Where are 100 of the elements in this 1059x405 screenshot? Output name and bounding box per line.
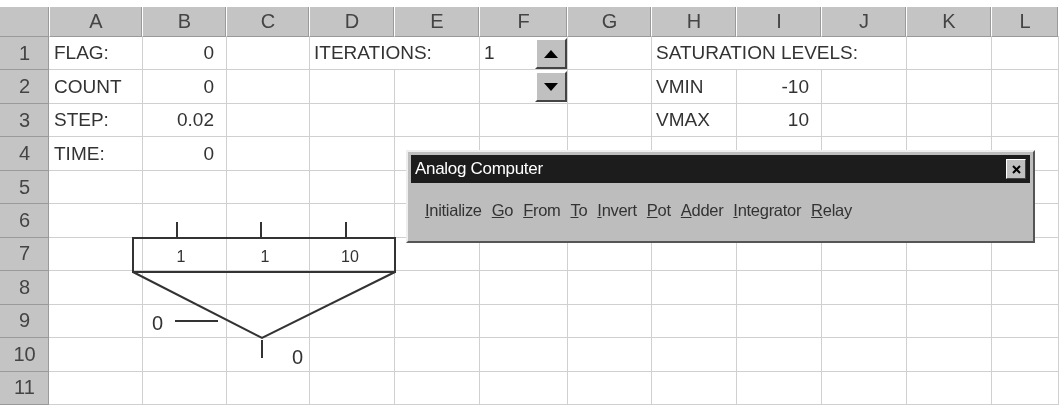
spreadsheet-cell[interactable]: STEP: <box>50 103 143 138</box>
spreadsheet-cell[interactable] <box>50 170 143 205</box>
spreadsheet-cell[interactable] <box>143 237 227 272</box>
spreadsheet-cell[interactable] <box>568 371 652 405</box>
spreadsheet-cell[interactable] <box>652 371 737 405</box>
spreadsheet-cell[interactable] <box>907 338 992 372</box>
spreadsheet-cell[interactable] <box>480 304 568 339</box>
spreadsheet-cell[interactable] <box>822 304 907 339</box>
spreadsheet-cell[interactable] <box>737 371 822 405</box>
spreadsheet-cell[interactable] <box>568 304 652 339</box>
spreadsheet-cell[interactable] <box>227 37 310 71</box>
spreadsheet-cell[interactable] <box>310 70 395 104</box>
spreadsheet-cell[interactable] <box>568 70 652 104</box>
spreadsheet-cell[interactable]: 0 <box>143 37 227 71</box>
spreadsheet-cell[interactable] <box>310 170 395 205</box>
spreadsheet-cell[interactable] <box>907 103 992 138</box>
close-button[interactable] <box>1006 159 1026 179</box>
spreadsheet-cell[interactable] <box>992 37 1059 71</box>
spreadsheet-cell[interactable] <box>737 304 822 339</box>
spreadsheet-cell[interactable] <box>652 338 737 372</box>
spreadsheet-cell[interactable] <box>310 103 395 138</box>
spreadsheet-cell[interactable] <box>50 371 143 405</box>
row-header[interactable]: 3 <box>0 103 50 138</box>
spreadsheet-cell[interactable] <box>652 271 737 305</box>
spreadsheet-cell[interactable] <box>310 371 395 405</box>
spreadsheet-cell[interactable] <box>395 70 480 104</box>
spreadsheet-cell[interactable] <box>480 103 568 138</box>
spin-up-button[interactable] <box>535 38 567 69</box>
toolbar-button[interactable]: Go <box>487 199 518 222</box>
spreadsheet-cell[interactable] <box>143 271 227 305</box>
spreadsheet-cell[interactable] <box>907 304 992 339</box>
spreadsheet-cell[interactable] <box>480 70 568 104</box>
spreadsheet-cell[interactable] <box>480 271 568 305</box>
spreadsheet-cell[interactable] <box>227 70 310 104</box>
spreadsheet-cell[interactable] <box>992 304 1059 339</box>
spreadsheet-cell[interactable] <box>50 204 143 238</box>
column-header[interactable]: E <box>395 7 480 37</box>
spreadsheet-cell[interactable]: COUNT <box>50 70 143 104</box>
spreadsheet-cell[interactable] <box>480 371 568 405</box>
column-header[interactable]: B <box>143 7 227 37</box>
spreadsheet-cell[interactable] <box>143 338 227 372</box>
spreadsheet-cell[interactable] <box>568 103 652 138</box>
column-header[interactable]: A <box>50 7 143 37</box>
column-header[interactable]: G <box>568 7 652 37</box>
spreadsheet-cell[interactable] <box>310 137 395 171</box>
spreadsheet-cell[interactable] <box>50 304 143 339</box>
spreadsheet-cell[interactable] <box>992 70 1059 104</box>
spreadsheet-cell[interactable]: SATURATION LEVELS: <box>652 37 907 71</box>
column-header[interactable]: H <box>652 7 737 37</box>
spreadsheet-cell[interactable] <box>227 170 310 205</box>
row-header[interactable]: 7 <box>0 237 50 272</box>
row-header[interactable]: 8 <box>0 271 50 305</box>
spreadsheet-cell[interactable] <box>227 237 310 272</box>
spreadsheet-cell[interactable] <box>822 70 907 104</box>
spreadsheet-cell[interactable] <box>568 338 652 372</box>
spreadsheet-cell[interactable] <box>992 338 1059 372</box>
column-header[interactable]: D <box>310 7 395 37</box>
spreadsheet-cell[interactable] <box>227 371 310 405</box>
spreadsheet-cell[interactable] <box>992 371 1059 405</box>
spreadsheet-cell[interactable] <box>907 371 992 405</box>
spreadsheet-cell[interactable] <box>480 338 568 372</box>
spreadsheet-cell[interactable] <box>568 271 652 305</box>
column-header[interactable]: I <box>737 7 822 37</box>
spreadsheet-cell[interactable] <box>50 237 143 272</box>
column-header[interactable]: K <box>907 7 992 37</box>
row-header[interactable]: 1 <box>0 37 50 71</box>
column-header[interactable]: C <box>227 7 310 37</box>
spreadsheet-cell[interactable] <box>395 304 480 339</box>
spreadsheet-cell[interactable] <box>50 271 143 305</box>
toolbar-button[interactable]: Pot <box>642 199 675 222</box>
spreadsheet-cell[interactable] <box>907 70 992 104</box>
spreadsheet-cell[interactable]: ITERATIONS: <box>310 37 480 71</box>
column-header[interactable]: L <box>992 7 1059 37</box>
spreadsheet-cell[interactable] <box>143 304 227 339</box>
toolbar-button[interactable]: To <box>566 199 592 222</box>
toolbar-button[interactable]: Initialize <box>421 199 486 222</box>
spreadsheet-cell[interactable] <box>822 338 907 372</box>
spreadsheet-cell[interactable]: -10 <box>737 70 822 104</box>
row-header[interactable]: 11 <box>0 371 50 405</box>
spreadsheet-cell[interactable] <box>395 371 480 405</box>
spreadsheet-cell[interactable] <box>227 338 310 372</box>
column-header[interactable]: F <box>480 7 568 37</box>
spreadsheet-cell[interactable] <box>227 103 310 138</box>
spreadsheet-cell[interactable] <box>143 371 227 405</box>
spreadsheet-cell[interactable] <box>822 271 907 305</box>
row-header[interactable]: 2 <box>0 70 50 104</box>
spreadsheet-cell[interactable]: 0.02 <box>143 103 227 138</box>
toolbar-button[interactable]: From <box>519 199 565 222</box>
spreadsheet-cell[interactable] <box>310 271 395 305</box>
spreadsheet-cell[interactable]: 10 <box>737 103 822 138</box>
select-all-corner[interactable] <box>0 7 50 37</box>
spreadsheet-cell[interactable] <box>568 37 652 71</box>
spreadsheet-cell[interactable]: VMIN <box>652 70 737 104</box>
toolbar-button[interactable]: Relay <box>807 199 856 222</box>
spreadsheet-cell[interactable] <box>50 338 143 372</box>
spreadsheet-cell[interactable] <box>737 271 822 305</box>
spreadsheet-cell[interactable] <box>395 271 480 305</box>
spreadsheet-cell[interactable] <box>822 103 907 138</box>
spreadsheet-cell[interactable] <box>143 170 227 205</box>
spreadsheet-cell[interactable] <box>652 304 737 339</box>
